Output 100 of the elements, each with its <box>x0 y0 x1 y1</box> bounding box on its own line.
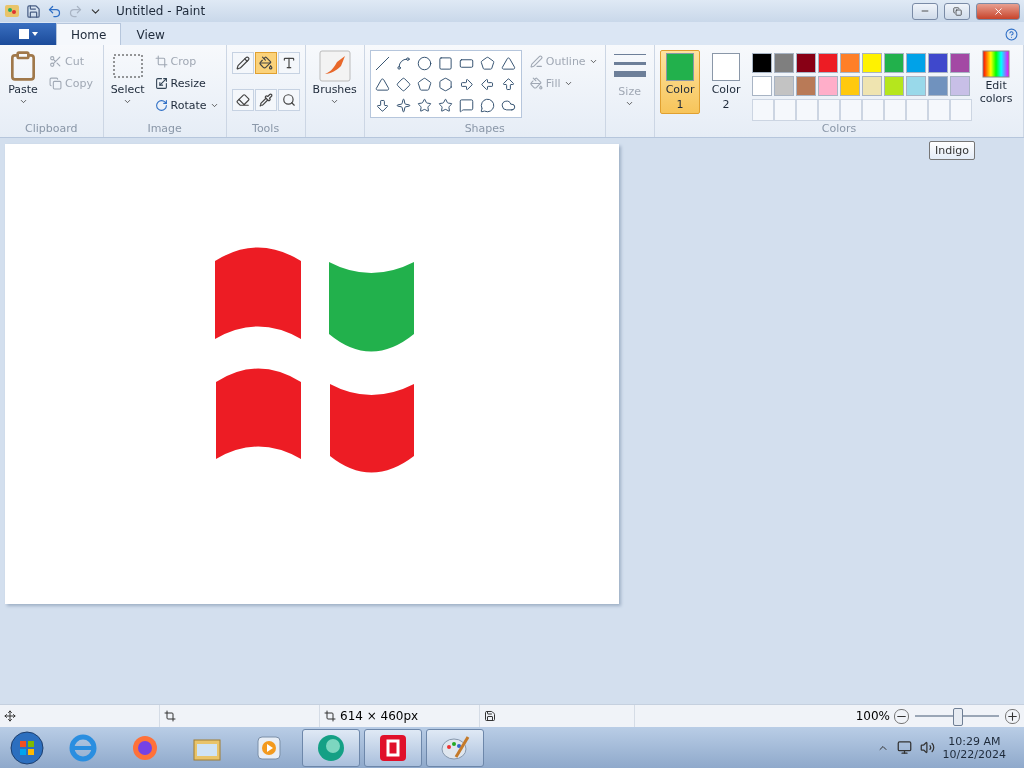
play-icon <box>256 734 282 761</box>
caret-icon <box>18 97 28 106</box>
brushes-button[interactable]: Brushes <box>310 50 359 137</box>
window-title: Untitled - Paint <box>116 4 207 18</box>
palette-color-button[interactable] <box>774 53 795 73</box>
edit-colors-button[interactable]: Edit colors <box>976 50 1017 122</box>
eyedropper-icon <box>258 93 273 107</box>
left-arrow-icon <box>480 76 496 92</box>
rectangle-callout-icon <box>459 97 475 113</box>
palette-color-button[interactable] <box>862 76 883 96</box>
letter-e-icon <box>68 732 98 763</box>
group-label: Shapes <box>463 122 506 137</box>
caret-icon <box>330 97 340 106</box>
paste-button[interactable]: Paste <box>5 50 41 122</box>
app-logo-icon <box>316 732 346 763</box>
polygon-icon <box>480 55 496 71</box>
eraser-icon <box>235 93 250 107</box>
text-tool[interactable] <box>277 52 300 74</box>
paint-taskbar-button[interactable] <box>426 728 484 767</box>
palette-color-button[interactable] <box>840 53 861 73</box>
palette-color-button[interactable] <box>752 76 773 96</box>
group-label: Tools <box>251 122 281 137</box>
palette-color-button[interactable] <box>884 76 905 96</box>
crop-icon <box>154 54 168 68</box>
app-taskbar-button[interactable] <box>364 728 422 767</box>
pencil-icon <box>235 56 250 70</box>
five-point-star-icon <box>417 97 433 113</box>
restore-button[interactable] <box>944 2 970 20</box>
zoom-percent-text: 100% <box>855 709 890 723</box>
palette-color-button[interactable] <box>950 76 971 96</box>
hexagon-icon <box>438 76 454 92</box>
ribbon-tab[interactable]: Home <box>56 23 122 45</box>
canvas-size-icon <box>324 710 336 722</box>
rectangle-icon <box>438 55 454 71</box>
palette-color-button[interactable] <box>818 53 839 73</box>
select-button[interactable]: Select <box>108 50 147 122</box>
cloud-callout-icon <box>501 97 517 113</box>
palette-color-button[interactable] <box>796 53 817 73</box>
palette-color-button[interactable] <box>818 76 839 96</box>
canvas-size-text: 614 × 460px <box>340 709 419 723</box>
palette-color-button[interactable] <box>928 76 949 96</box>
fill-tool[interactable] <box>254 52 277 74</box>
color-picker-tool[interactable] <box>254 89 277 111</box>
app-taskbar-button[interactable] <box>302 728 360 767</box>
palette-color-button[interactable] <box>796 76 817 96</box>
right-arrow-icon <box>459 76 475 92</box>
paint-bucket-icon <box>258 56 273 70</box>
ribbon-tab[interactable]: View <box>121 23 180 45</box>
speaker-icon[interactable] <box>919 740 935 755</box>
magnifier-tool[interactable] <box>277 89 300 111</box>
minimize-button[interactable] <box>912 2 938 20</box>
palette-color-button[interactable] <box>906 76 927 96</box>
palette-color-button[interactable] <box>928 53 949 73</box>
group-label: Image <box>146 122 183 137</box>
diamond-icon <box>396 76 412 92</box>
rotate-button[interactable]: Rotate <box>152 94 221 116</box>
down-arrow-icon <box>375 97 391 113</box>
letter-icon <box>281 56 296 70</box>
undo-button[interactable] <box>47 3 62 19</box>
palette-color-button[interactable] <box>884 53 905 73</box>
zoom-slider-thumb[interactable] <box>953 708 963 726</box>
triangle-icon <box>501 55 517 71</box>
palette-color-button[interactable] <box>774 76 795 96</box>
spectrum-icon <box>982 50 1011 78</box>
windows-logo-icon <box>10 730 44 765</box>
undo-icon <box>47 3 62 19</box>
network-icon[interactable] <box>896 740 912 755</box>
color-selector-button[interactable]: Color 1 <box>660 50 701 114</box>
selection-size-icon <box>164 710 176 722</box>
menu-icon <box>17 28 39 40</box>
eraser-tool[interactable] <box>231 89 254 111</box>
up-arrow-icon <box>501 76 517 92</box>
paint-menu-button[interactable] <box>0 23 56 45</box>
magnifier-icon <box>281 93 296 107</box>
oval-callout-icon <box>480 97 496 113</box>
caret-icon <box>625 99 635 108</box>
clock[interactable]: 10:29 AM 10/22/2024 <box>942 734 1006 761</box>
move-cursor-icon <box>4 710 16 722</box>
paint-app-icon <box>4 3 20 19</box>
palette-color-button[interactable] <box>752 53 773 73</box>
zoom-out-button[interactable] <box>894 708 909 724</box>
copy-icon <box>49 76 62 90</box>
help-icon[interactable] <box>1005 28 1018 41</box>
palette-color-button[interactable] <box>862 53 883 73</box>
close-icon <box>992 5 1004 17</box>
rotate-icon <box>154 98 168 112</box>
paint-bucket-icon <box>529 76 543 90</box>
pentagon-icon <box>417 76 433 92</box>
close-button[interactable] <box>976 2 1020 20</box>
pen-icon <box>529 54 543 68</box>
color-selector-button[interactable]: Color 2 <box>706 50 747 114</box>
resize-icon <box>154 76 168 90</box>
zoom-in-button[interactable] <box>1005 708 1020 724</box>
palette-color-button[interactable] <box>840 76 861 96</box>
curve-icon <box>396 55 412 71</box>
save-button[interactable] <box>26 3 41 19</box>
palette-color-button[interactable] <box>906 53 927 73</box>
pencil-tool[interactable] <box>231 52 254 74</box>
resize-button[interactable]: Resize <box>152 72 221 94</box>
palette-color-button[interactable] <box>950 53 971 73</box>
